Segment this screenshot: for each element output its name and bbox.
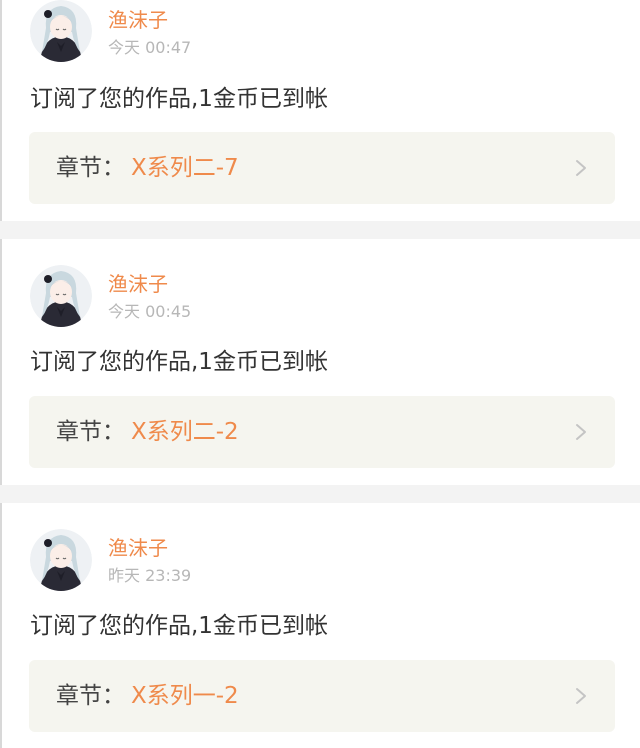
username[interactable]: 渔沫子 — [108, 8, 168, 32]
timestamp: 今天 00:47 — [108, 38, 192, 57]
chapter-link[interactable]: 章节： X系列一-2 — [29, 660, 615, 732]
user-avatar[interactable] — [30, 0, 92, 62]
notification-message: 订阅了您的作品,1金币已到帐 — [30, 349, 328, 375]
chapter-link[interactable]: 章节： X系列二-2 — [29, 396, 615, 468]
user-avatar[interactable] — [30, 265, 92, 327]
chapter-title: X系列二-7 — [131, 155, 239, 181]
notification-message: 订阅了您的作品,1金币已到帐 — [30, 613, 328, 639]
chapter-title: X系列二-2 — [131, 419, 239, 445]
username[interactable]: 渔沫子 — [108, 272, 168, 296]
notification-message: 订阅了您的作品,1金币已到帐 — [30, 86, 328, 112]
chevron-right-icon — [576, 424, 586, 440]
timestamp: 今天 00:45 — [108, 302, 192, 321]
chapter-link[interactable]: 章节： X系列二-7 — [29, 132, 615, 204]
chapter-label: 章节： — [56, 419, 125, 445]
chevron-right-icon — [576, 688, 586, 704]
notification-card: 渔沫子 昨天 23:39 订阅了您的作品,1金币已到帐 章节： X系列一-2 — [0, 503, 640, 748]
anime-girl-avatar-icon — [30, 529, 92, 591]
user-avatar[interactable] — [30, 529, 92, 591]
notification-card: 渔沫子 今天 00:47 订阅了您的作品,1金币已到帐 章节： X系列二-7 — [0, 0, 640, 221]
chevron-right-icon — [576, 160, 586, 176]
timestamp: 昨天 23:39 — [108, 566, 192, 585]
notification-card: 渔沫子 今天 00:45 订阅了您的作品,1金币已到帐 章节： X系列二-2 — [0, 239, 640, 485]
chapter-label: 章节： — [56, 155, 125, 181]
anime-girl-avatar-icon — [30, 265, 92, 327]
username[interactable]: 渔沫子 — [108, 536, 168, 560]
chapter-title: X系列一-2 — [131, 683, 239, 709]
chapter-label: 章节： — [56, 683, 125, 709]
anime-girl-avatar-icon — [30, 0, 92, 62]
